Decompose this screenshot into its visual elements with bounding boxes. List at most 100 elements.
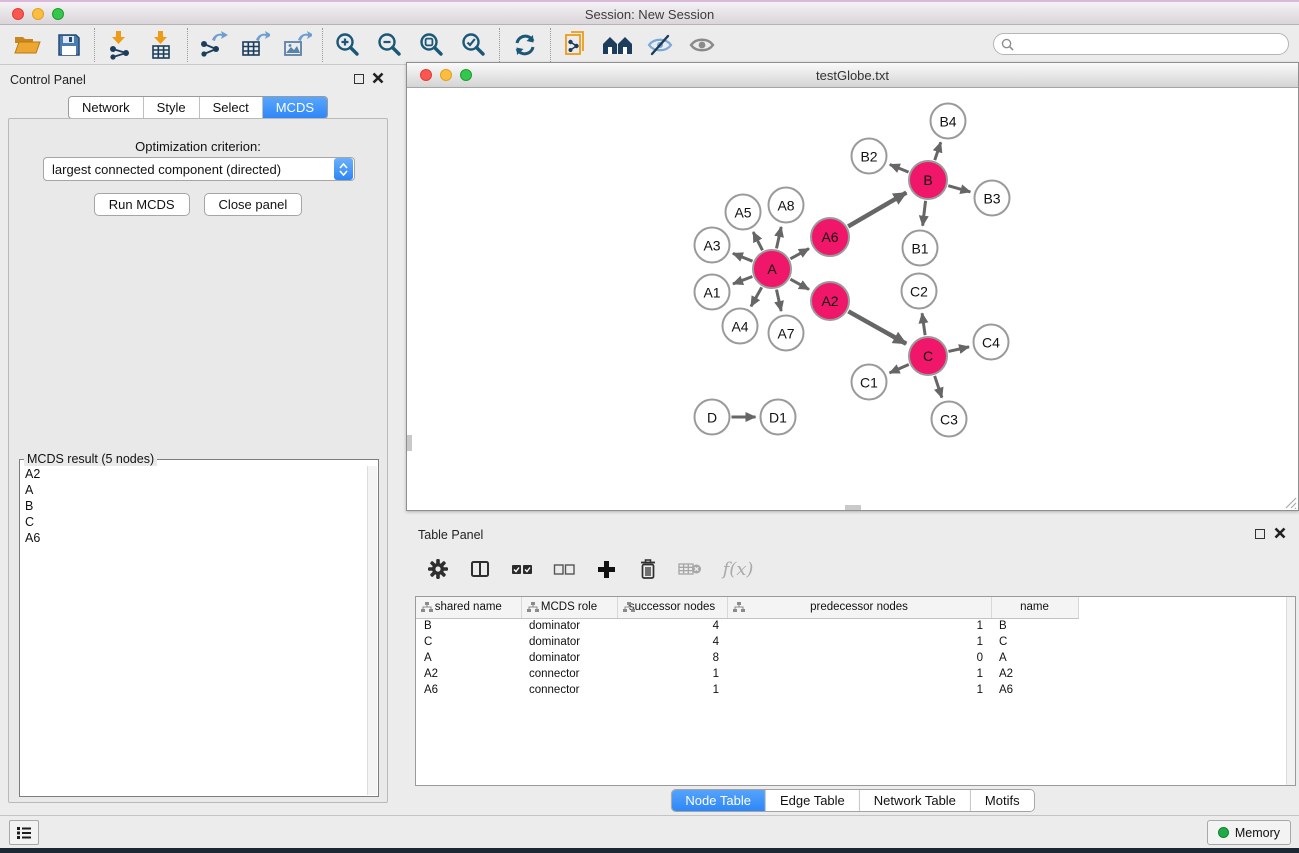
gear-button[interactable] — [424, 554, 452, 584]
graph-edge[interactable] — [790, 249, 809, 259]
graph-edge[interactable] — [935, 376, 942, 398]
list-item[interactable]: A6 — [21, 530, 367, 546]
zoom-out-button[interactable] — [369, 27, 411, 63]
float-panel-icon[interactable] — [354, 74, 364, 84]
graph-edge[interactable] — [751, 287, 762, 306]
export-table-button[interactable] — [234, 27, 276, 63]
table-scrollbar[interactable] — [1286, 597, 1295, 785]
graph-node[interactable]: A2 — [810, 281, 850, 321]
graph-edge[interactable] — [890, 164, 909, 172]
first-neighbors-button[interactable] — [597, 27, 639, 63]
graph-edge[interactable] — [948, 186, 970, 192]
table-cell[interactable]: dominator — [521, 634, 617, 650]
open-file-button[interactable] — [6, 27, 48, 63]
graph-node[interactable]: A1 — [694, 274, 731, 311]
import-table-button[interactable] — [141, 27, 183, 63]
table-cell[interactable]: C — [991, 634, 1078, 650]
graph-node[interactable]: A5 — [725, 194, 762, 231]
column-header-name[interactable]: name — [991, 597, 1078, 618]
table-cell[interactable]: 1 — [727, 618, 991, 634]
graph-node[interactable]: B4 — [930, 103, 967, 140]
graph-node[interactable]: B3 — [974, 180, 1011, 217]
table-cell[interactable]: A6 — [991, 682, 1078, 698]
column-header-predecessor-nodes[interactable]: predecessor nodes — [727, 597, 991, 618]
task-history-button[interactable] — [9, 820, 39, 845]
zoom-selected-button[interactable] — [453, 27, 495, 63]
table-cell[interactable]: connector — [521, 682, 617, 698]
graph-node[interactable]: B1 — [902, 230, 939, 267]
table-row[interactable]: Cdominator41C — [416, 634, 1078, 650]
table-cell[interactable]: 1 — [617, 666, 727, 682]
table-row[interactable]: Adominator80A — [416, 650, 1078, 666]
tab-network[interactable]: Network — [69, 97, 144, 118]
graph-edge[interactable] — [922, 313, 925, 335]
table-cell[interactable]: A — [991, 650, 1078, 666]
network-horizontal-scrollbar[interactable] — [845, 505, 861, 510]
tab-network-table[interactable]: Network Table — [860, 790, 971, 811]
graph-edge[interactable] — [733, 277, 752, 284]
table-cell[interactable]: connector — [521, 666, 617, 682]
column-layout-button[interactable] — [466, 554, 494, 584]
close-table-panel-icon[interactable] — [1274, 527, 1286, 539]
show-all-button[interactable] — [681, 27, 723, 63]
network-vertical-scrollbar[interactable] — [407, 435, 412, 451]
graph-edge[interactable] — [848, 311, 906, 343]
graph-node[interactable]: C3 — [931, 401, 968, 438]
table-cell[interactable]: 1 — [727, 634, 991, 650]
graph-edge[interactable] — [790, 279, 809, 289]
search-field[interactable] — [993, 33, 1289, 55]
zoom-in-button[interactable] — [327, 27, 369, 63]
table-cell[interactable]: B — [991, 618, 1078, 634]
graph-node[interactable]: B2 — [851, 138, 888, 175]
memory-button[interactable]: Memory — [1207, 820, 1291, 845]
column-header-shared-name[interactable]: shared name — [416, 597, 521, 618]
graph-edge[interactable] — [776, 290, 781, 312]
float-table-panel-icon[interactable] — [1255, 529, 1265, 539]
save-session-button[interactable] — [48, 27, 90, 63]
table-row[interactable]: A6connector11A6 — [416, 682, 1078, 698]
list-item[interactable]: A2 — [21, 466, 367, 482]
clone-network-button[interactable] — [555, 27, 597, 63]
graph-edge[interactable] — [935, 142, 941, 160]
run-mcds-button[interactable]: Run MCDS — [94, 193, 190, 216]
graph-node[interactable]: D — [694, 399, 731, 436]
graph-edge[interactable] — [733, 253, 753, 261]
network-canvas[interactable]: B4B2BB3A8A5A6A3B1AC2A1A2A4A7C4CC1DD1C3 — [407, 88, 1298, 510]
graph-node[interactable]: C2 — [901, 273, 938, 310]
graph-edge[interactable] — [923, 201, 926, 226]
tab-edge-table[interactable]: Edge Table — [766, 790, 860, 811]
deselect-all-button[interactable] — [550, 554, 578, 584]
graph-node[interactable]: A4 — [722, 308, 759, 345]
add-column-button[interactable] — [592, 554, 620, 584]
table-row[interactable]: Bdominator41B — [416, 618, 1078, 634]
list-item[interactable]: B — [21, 498, 367, 514]
list-item[interactable]: A — [21, 482, 367, 498]
network-window-titlebar[interactable]: testGlobe.txt — [407, 63, 1298, 88]
search-input[interactable] — [1018, 37, 1288, 51]
graph-edge[interactable] — [890, 364, 909, 372]
resize-grip-icon[interactable] — [1283, 495, 1297, 509]
tab-mcds[interactable]: MCDS — [263, 97, 327, 118]
table-cell[interactable]: 4 — [617, 634, 727, 650]
graph-edge[interactable] — [753, 232, 762, 250]
criterion-select[interactable]: largest connected component (directed) — [43, 157, 355, 181]
table-cell[interactable]: B — [416, 618, 521, 634]
function-builder-button[interactable]: f(x) — [718, 554, 758, 584]
table-cell[interactable]: C — [416, 634, 521, 650]
zoom-fit-button[interactable] — [411, 27, 453, 63]
close-panel-button[interactable]: Close panel — [204, 193, 303, 216]
tab-node-table[interactable]: Node Table — [671, 790, 766, 811]
table-cell[interactable]: A6 — [416, 682, 521, 698]
table-cell[interactable]: 1 — [727, 666, 991, 682]
table-cell[interactable]: 0 — [727, 650, 991, 666]
table-cell[interactable]: dominator — [521, 618, 617, 634]
graph-node[interactable]: A — [752, 249, 792, 289]
table-cell[interactable]: 1 — [617, 682, 727, 698]
table-cell[interactable]: dominator — [521, 650, 617, 666]
tab-select[interactable]: Select — [200, 97, 263, 118]
hide-selected-button[interactable] — [639, 27, 681, 63]
graph-node[interactable]: C1 — [851, 364, 888, 401]
graph-node[interactable]: A8 — [768, 187, 805, 224]
graph-node[interactable]: A7 — [768, 315, 805, 352]
column-header-MCDS-role[interactable]: MCDS role — [521, 597, 617, 618]
